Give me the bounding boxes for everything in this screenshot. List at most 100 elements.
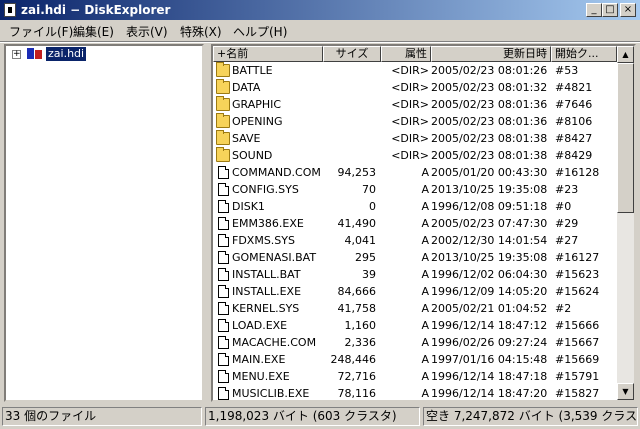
- table-row[interactable]: MAIN.EXE 248,446 A 1997/01/16 04:15:48 #1566…: [213, 351, 617, 368]
- table-row[interactable]: FDXMS.SYS 4,041 A 2002/12/30 14:01:54 #27: [213, 232, 617, 249]
- file-name-cell: MACACHE.COM: [232, 336, 317, 349]
- file-attr-cell: A: [421, 336, 429, 349]
- file-name-cell: GRAPHIC: [232, 98, 282, 111]
- file-date-cell: 2013/10/25 19:35:08: [431, 183, 548, 196]
- file-date-cell: 2005/02/23 08:01:26: [431, 64, 548, 77]
- file-size-cell: 0: [369, 200, 376, 213]
- file-name-cell: SOUND: [232, 149, 273, 162]
- table-row[interactable]: MUSICLIB.EXE 78,116 A 1996/12/14 18:47:20 #1…: [213, 385, 617, 400]
- file-date-cell: 1996/12/14 18:47:20: [431, 387, 548, 400]
- file-attr-cell: A: [421, 302, 429, 315]
- column-header-size[interactable]: サイズ: [323, 46, 381, 62]
- column-header-attr[interactable]: 属性: [381, 46, 431, 62]
- file-size-cell: 41,490: [337, 217, 377, 230]
- file-cluster-cell: #27: [555, 234, 579, 247]
- folder-icon: [216, 79, 230, 94]
- file-date-cell: 1996/02/26 09:27:24: [431, 336, 548, 349]
- file-cluster-cell: #2: [555, 302, 572, 315]
- file-size-cell: 1,160: [344, 319, 377, 332]
- menu-edit[interactable]: 編集(E): [73, 23, 114, 40]
- file-cluster-cell: #8427: [555, 132, 593, 145]
- table-row[interactable]: LOAD.EXE 1,160 A 1996/12/14 18:47:12 #15666: [213, 317, 617, 334]
- scroll-down-button[interactable]: ▼: [617, 383, 634, 400]
- folder-tree-pane[interactable]: + zai.hdi: [4, 44, 204, 402]
- menu-file[interactable]: ファイル(F): [9, 23, 73, 40]
- scroll-thumb[interactable]: [617, 63, 634, 213]
- tree-root-item[interactable]: zai.hdi: [46, 47, 87, 61]
- file-cluster-cell: #15623: [555, 268, 600, 281]
- file-attr-cell: A: [421, 268, 429, 281]
- minimize-button[interactable]: _: [586, 3, 602, 17]
- file-list-pane[interactable]: +名前 サイズ 属性 更新日時 開始ク... BATTLE <DIR> 2005/0…: [211, 44, 636, 402]
- file-icon: [218, 200, 229, 213]
- file-cluster-cell: #4821: [555, 81, 593, 94]
- file-cluster-cell: #53: [555, 64, 579, 77]
- file-size-cell: 248,446: [330, 353, 377, 366]
- expand-toggle-icon[interactable]: +: [12, 50, 21, 59]
- vertical-scrollbar[interactable]: ▲ ▼: [617, 46, 634, 400]
- file-icon: [218, 268, 229, 281]
- menu-help[interactable]: ヘルプ(H): [233, 23, 287, 40]
- file-cluster-cell: #15827: [555, 387, 600, 400]
- table-row[interactable]: DISK1 0 A 1996/12/08 09:51:18 #0: [213, 198, 617, 215]
- file-size-cell: 72,716: [337, 370, 377, 383]
- file-attr-cell: <DIR>: [391, 132, 429, 145]
- file-date-cell: 2005/02/23 08:01:36: [431, 98, 548, 111]
- maximize-button[interactable]: □: [602, 3, 618, 17]
- file-name-cell: GOMENASI.BAT: [232, 251, 317, 264]
- table-row[interactable]: EMM386.EXE 41,490 A 2005/02/23 07:47:30 #29: [213, 215, 617, 232]
- table-row[interactable]: GRAPHIC <DIR> 2005/02/23 08:01:36 #7646: [213, 96, 617, 113]
- file-cluster-cell: #15667: [555, 336, 600, 349]
- file-size-cell: 84,666: [337, 285, 377, 298]
- file-name-cell: INSTALL.EXE: [232, 285, 302, 298]
- file-size-cell: 70: [362, 183, 376, 196]
- table-row[interactable]: MACACHE.COM 2,336 A 1996/02/26 09:27:24 #156…: [213, 334, 617, 351]
- file-size-cell: 41,758: [337, 302, 377, 315]
- disk-image-icon: [27, 48, 43, 60]
- file-icon: [218, 319, 229, 332]
- table-row[interactable]: OPENING <DIR> 2005/02/23 08:01:36 #8106: [213, 113, 617, 130]
- file-name-cell: BATTLE: [232, 64, 273, 77]
- status-total-size: 1,198,023 バイト (603 クラスタ): [205, 407, 420, 426]
- file-name-cell: DISK1: [232, 200, 265, 213]
- folder-icon: [216, 96, 230, 111]
- folder-icon: [216, 62, 230, 77]
- file-name-cell: DATA: [232, 81, 261, 94]
- file-cluster-cell: #16127: [555, 251, 600, 264]
- table-row[interactable]: GOMENASI.BAT 295 A 2013/10/25 19:35:08 #1612…: [213, 249, 617, 266]
- table-row[interactable]: KERNEL.SYS 41,758 A 2005/02/21 01:04:52 #2: [213, 300, 617, 317]
- file-attr-cell: <DIR>: [391, 64, 429, 77]
- table-row[interactable]: SOUND <DIR> 2005/02/23 08:01:38 #8429: [213, 147, 617, 164]
- file-cluster-cell: #15624: [555, 285, 600, 298]
- file-date-cell: 2013/10/25 19:35:08: [431, 251, 548, 264]
- table-row[interactable]: BATTLE <DIR> 2005/02/23 08:01:26 #53: [213, 62, 617, 79]
- menu-view[interactable]: 表示(V): [126, 23, 168, 40]
- table-row[interactable]: COMMAND.COM 94,253 A 2005/01/20 00:43:30 #16…: [213, 164, 617, 181]
- file-date-cell: 1996/12/02 06:04:30: [431, 268, 548, 281]
- table-row[interactable]: MENU.EXE 72,716 A 1996/12/14 18:47:18 #15791: [213, 368, 617, 385]
- file-cluster-cell: #23: [555, 183, 579, 196]
- table-row[interactable]: CONFIG.SYS 70 A 2013/10/25 19:35:08 #23: [213, 181, 617, 198]
- table-row[interactable]: INSTALL.BAT 39 A 1996/12/02 06:04:30 #15623: [213, 266, 617, 283]
- file-size-cell: 2,336: [344, 336, 377, 349]
- file-attr-cell: A: [421, 353, 429, 366]
- column-header-date[interactable]: 更新日時: [431, 46, 551, 62]
- column-header-cluster[interactable]: 開始ク...: [551, 46, 617, 62]
- file-icon: [218, 370, 229, 383]
- file-attr-cell: <DIR>: [391, 98, 429, 111]
- app-icon[interactable]: [4, 3, 16, 17]
- table-row[interactable]: DATA <DIR> 2005/02/23 08:01:32 #4821: [213, 79, 617, 96]
- file-name-cell: FDXMS.SYS: [232, 234, 295, 247]
- menu-special[interactable]: 特殊(X): [180, 23, 222, 40]
- table-row[interactable]: INSTALL.EXE 84,666 A 1996/12/09 14:05:20 #15…: [213, 283, 617, 300]
- file-date-cell: 1996/12/08 09:51:18: [431, 200, 548, 213]
- file-icon: [218, 353, 229, 366]
- file-attr-cell: A: [421, 234, 429, 247]
- column-header-name[interactable]: +名前: [213, 46, 323, 62]
- scroll-up-button[interactable]: ▲: [617, 46, 634, 63]
- file-icon: [218, 285, 229, 298]
- file-attr-cell: A: [421, 200, 429, 213]
- file-size-cell: 94,253: [337, 166, 377, 179]
- table-row[interactable]: SAVE <DIR> 2005/02/23 08:01:38 #8427: [213, 130, 617, 147]
- close-button[interactable]: ×: [620, 3, 636, 17]
